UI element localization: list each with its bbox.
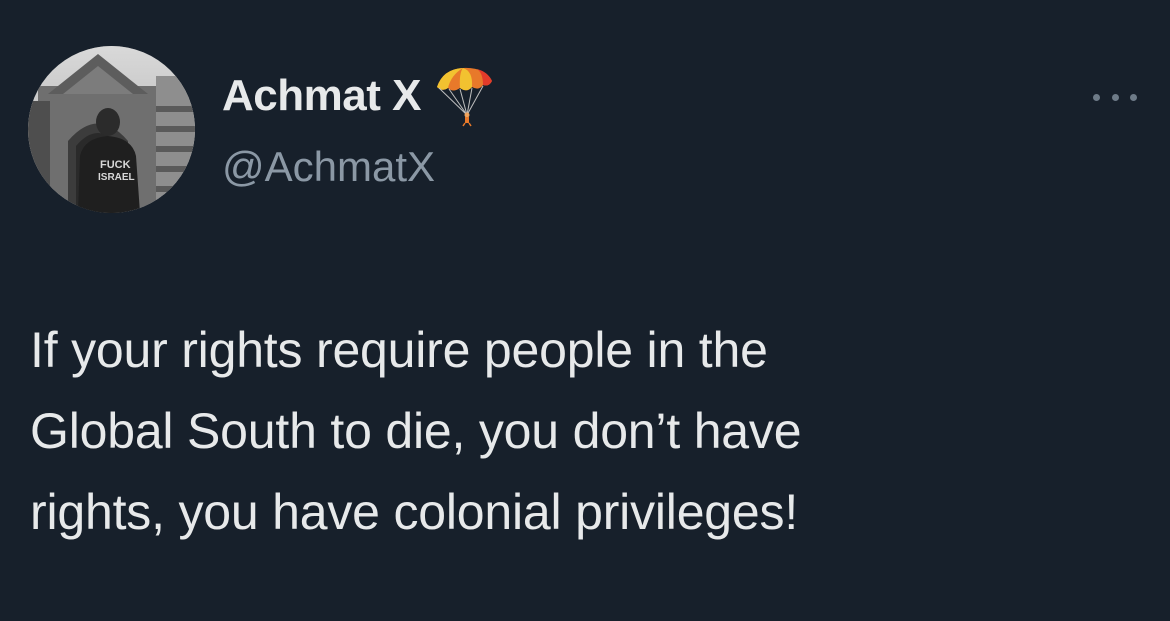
parachute-emoji <box>436 67 492 127</box>
author-name-row: Achmat X <box>222 66 495 127</box>
tweet-card: FUCK ISRAEL Achmat X @AchmatX If your ri… <box>0 0 1170 621</box>
shirt-text-line1: FUCK <box>100 159 131 171</box>
tweet-text-line: rights, you have colonial privileges! <box>30 484 799 540</box>
shirt-text-line2: ISRAEL <box>98 172 135 183</box>
tweet-text-line: Global South to die, you don’t have <box>30 403 802 459</box>
tweet-text-line: If your rights require people in the <box>30 322 768 378</box>
more-horizontal-icon <box>1111 93 1119 101</box>
profile-photo: FUCK ISRAEL <box>28 46 195 213</box>
display-name[interactable]: Achmat X <box>222 71 421 121</box>
tweet-text: If your rights require people in the Glo… <box>30 310 1140 553</box>
more-horizontal-icon <box>1130 93 1137 101</box>
more-options-button[interactable] <box>1093 84 1137 110</box>
more-horizontal-icon <box>1093 93 1100 101</box>
handle[interactable]: @AchmatX <box>222 143 435 191</box>
avatar[interactable]: FUCK ISRAEL <box>28 46 195 213</box>
